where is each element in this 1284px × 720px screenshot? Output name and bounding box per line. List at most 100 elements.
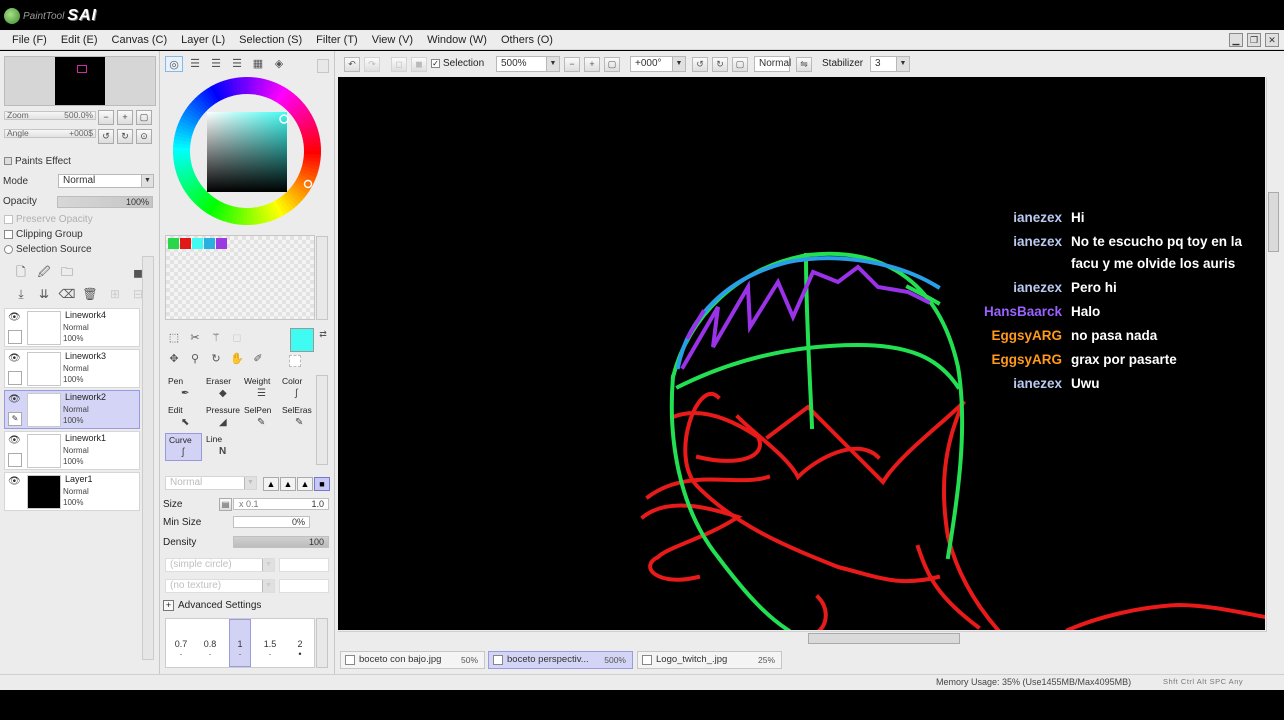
transfer-down-icon[interactable]: ⤓ (12, 285, 30, 303)
swap-colors-icon[interactable]: ⇄ (314, 325, 332, 343)
restore-button[interactable]: ❐ (1247, 33, 1261, 47)
rotate-reset-icon[interactable]: ▢ (732, 57, 748, 72)
move-icon[interactable]: ✥ (165, 350, 183, 368)
eye-icon[interactable]: 👁 (8, 435, 22, 447)
zoom-out-button[interactable]: − (98, 110, 114, 125)
layer-item-selected[interactable]: 👁 ✎ Linework2 Normal 100% (4, 390, 140, 429)
tool-grid-scrollbar[interactable] (316, 375, 328, 465)
drawing-canvas[interactable]: ianezex Hi ianezex No te escucho pq toy … (338, 77, 1265, 630)
swatch-cyan[interactable] (192, 238, 203, 249)
swatch-blue[interactable] (204, 238, 215, 249)
menu-canvas[interactable]: Canvas (C) (106, 34, 174, 46)
size-multiplier-toggle[interactable]: ▤ (219, 498, 232, 511)
flip-view-icon[interactable]: ⇋ (796, 57, 812, 72)
zoom-reset-button[interactable]: ▢ (136, 110, 152, 125)
menu-layer[interactable]: Layer (L) (175, 34, 231, 46)
deselect-icon[interactable]: ◻ (391, 57, 407, 72)
magic-wand-icon[interactable]: ⚚ (207, 329, 225, 347)
angle-slider[interactable]: Angle +000$ (4, 128, 96, 139)
gradient-tab-icon[interactable]: ☰ (228, 56, 246, 72)
size-slider[interactable]: x 0.1 1.0 (233, 498, 329, 510)
brush-texture-strength[interactable] (279, 579, 329, 593)
document-tab-active[interactable]: boceto perspectiv... 500% (488, 651, 633, 669)
color-panel-toggle[interactable] (317, 59, 329, 73)
canvas-horizontal-scrollbar[interactable] (338, 631, 1266, 645)
swatch-green[interactable] (168, 238, 179, 249)
hsv-slider-tab-icon[interactable]: ☰ (207, 56, 225, 72)
brush-blend-mode-select[interactable]: Normal ▼ (165, 476, 257, 490)
size-preset-selected[interactable]: 1 · (229, 619, 251, 667)
canvas-zoom-out-icon[interactable]: − (564, 57, 580, 72)
rotate-left-button[interactable]: ↺ (98, 129, 114, 144)
layer-mode-select[interactable]: Normal ▼ (58, 174, 154, 188)
selection-source-checkbox[interactable]: Selection Source (4, 244, 92, 255)
canvas-zoom-select[interactable]: 500% ▼ (496, 56, 560, 72)
eyedropper-icon[interactable]: ✐ (249, 350, 267, 368)
layer-lock-icon[interactable] (8, 453, 22, 467)
pressure-tool[interactable]: Pressure ◢ (203, 404, 240, 432)
rotate-reset-button[interactable]: ⊙ (136, 129, 152, 144)
clear-layer-icon[interactable]: ⌫ (58, 285, 76, 303)
brush-shape-square[interactable]: ■ (314, 477, 330, 491)
swatch-grid[interactable] (165, 235, 315, 320)
clipping-group-checkbox[interactable]: Clipping Group (4, 229, 83, 240)
menu-edit[interactable]: Edit (E) (55, 34, 104, 46)
current-color-swatch[interactable] (290, 328, 314, 352)
canvas-zoom-fit-icon[interactable]: ▢ (604, 57, 620, 72)
eye-icon[interactable]: 👁 (8, 476, 22, 488)
color-wheel-graphic[interactable] (172, 76, 322, 226)
view-blend-select[interactable]: Normal (754, 56, 791, 72)
rotate-ccw-icon[interactable]: ↺ (692, 57, 708, 72)
layer-lock-icon[interactable] (8, 330, 22, 344)
rect-select-icon[interactable]: ⬚ (165, 329, 183, 347)
navigator-preview[interactable] (4, 56, 156, 106)
layer-lock-icon[interactable] (8, 371, 22, 385)
delete-layer-icon[interactable]: 🗑 (81, 285, 99, 303)
layer-item[interactable]: 👁 Layer1 Normal 100% (4, 472, 140, 511)
eye-icon[interactable]: 👁 (8, 394, 22, 406)
invert-selection-icon[interactable]: ◼ (411, 57, 427, 72)
stabilizer-select[interactable]: 3 ▼ (870, 56, 910, 72)
zoom-tool-icon[interactable]: ⚲ (186, 350, 204, 368)
paints-effect-header[interactable]: Paints Effect (4, 156, 71, 167)
pen-tool[interactable]: Pen ✒ (165, 375, 202, 403)
canvas-zoom-in-icon[interactable]: + (584, 57, 600, 72)
brush-shape-strength[interactable] (279, 558, 329, 572)
curve-tool[interactable]: Curve ʃ (165, 433, 202, 461)
layer-item[interactable]: 👁 Linework4 Normal 100% (4, 308, 140, 347)
swatch-scrollbar[interactable] (316, 236, 328, 320)
min-size-slider[interactable]: 0% (233, 516, 310, 528)
minimize-button[interactable]: ▁ (1229, 33, 1243, 47)
color-tool[interactable]: Color ∫ (279, 375, 316, 403)
scratchpad-tab-icon[interactable]: ◈ (270, 56, 288, 72)
menu-filter[interactable]: Filter (T) (310, 34, 364, 46)
layer-item[interactable]: 👁 Linework3 Normal 100% (4, 349, 140, 388)
new-layer-icon[interactable]: 🗋 (12, 264, 30, 282)
color-wheel[interactable] (172, 76, 322, 226)
document-tab[interactable]: boceto con bajo.jpg 50% (340, 651, 485, 669)
layer-list-scrollbar[interactable] (142, 256, 154, 660)
merge-down-icon[interactable]: ⇊ (35, 285, 53, 303)
line-tool[interactable]: Line N (203, 433, 240, 461)
rotate-cw-icon[interactable]: ↻ (712, 57, 728, 72)
advanced-settings-toggle[interactable]: + Advanced Settings (163, 600, 261, 611)
scrollbar-thumb[interactable] (1268, 192, 1279, 252)
color-wheel-tab-icon[interactable]: ◎ (165, 56, 183, 72)
edit-tool[interactable]: Edit ⬉ (165, 404, 202, 432)
size-preset[interactable]: 1.5 · (259, 639, 281, 667)
eye-icon[interactable]: 👁 (8, 353, 22, 365)
hand-tool-icon[interactable]: ✋ (228, 350, 246, 368)
new-folder-icon[interactable]: 🗀 (58, 264, 76, 282)
canvas-vertical-scrollbar[interactable] (1266, 77, 1280, 632)
weight-tool[interactable]: Weight ☰ (241, 375, 278, 403)
layer-pen-icon[interactable]: ✎ (8, 412, 22, 426)
canvas-angle-select[interactable]: +000° ▼ (630, 56, 686, 72)
brush-shape-triangle-3[interactable]: ▲ (297, 477, 313, 491)
selpen-tool[interactable]: SelPen ✎ (241, 404, 278, 432)
size-presets-scrollbar[interactable] (316, 618, 328, 668)
seleras-tool[interactable]: SelEras ✎ (279, 404, 316, 432)
menu-others[interactable]: Others (O) (495, 34, 559, 46)
density-slider[interactable]: 100 (233, 536, 329, 548)
brush-shape-triangle-2[interactable]: ▲ (280, 477, 296, 491)
new-linework-layer-icon[interactable]: 🖉 (35, 264, 53, 282)
